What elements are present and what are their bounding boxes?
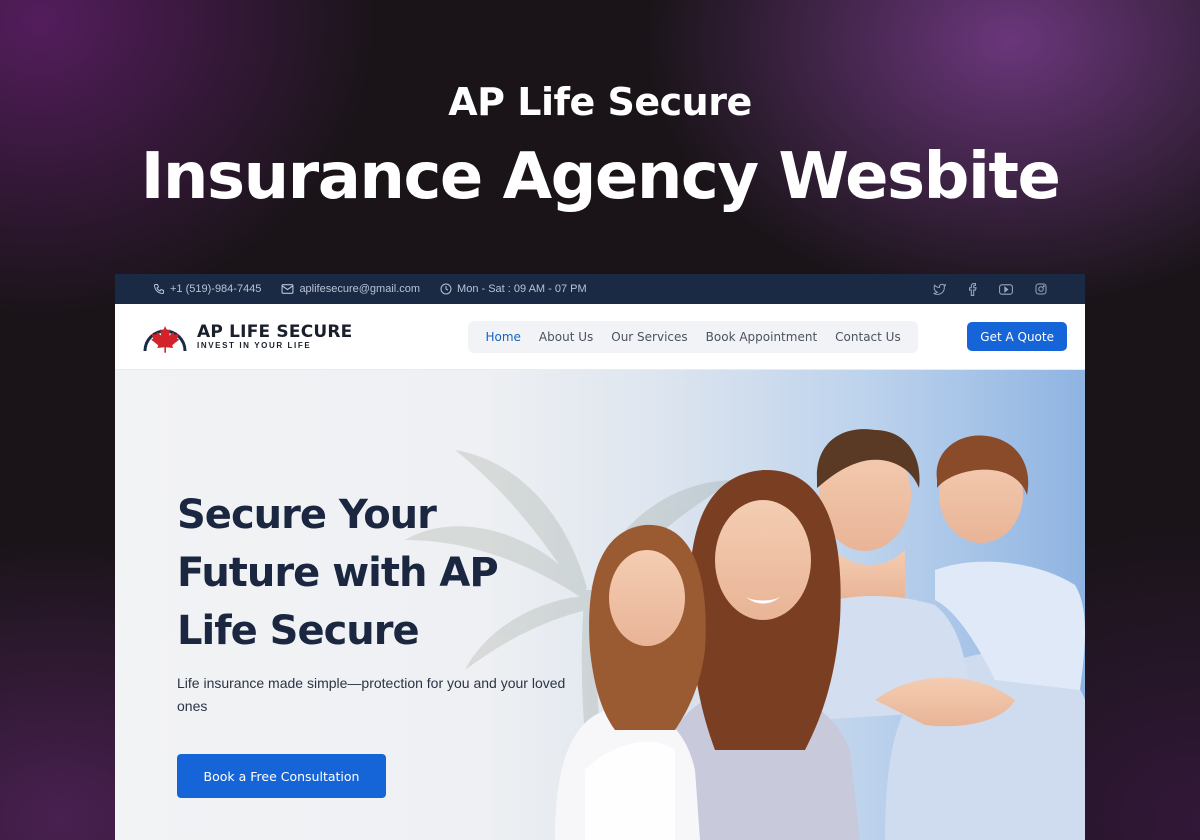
maple-leaf-logo-icon — [143, 325, 187, 353]
hero-title: Secure Your Future with AP Life Secure — [177, 492, 499, 654]
mail-icon — [281, 284, 294, 294]
phone-icon — [153, 284, 164, 295]
email-address: aplifesecure@gmail.com — [299, 283, 421, 295]
nav-item-contact-us[interactable]: Contact Us — [826, 330, 910, 344]
book-consultation-button[interactable]: Book a Free Consultation — [177, 754, 386, 798]
nav-item-home[interactable]: Home — [476, 330, 529, 344]
opening-hours: Mon - Sat : 09 AM - 07 PM — [457, 283, 587, 295]
nav-item-our-services[interactable]: Our Services — [602, 330, 696, 344]
logo-tagline: INVEST IN YOUR LIFE — [197, 340, 312, 350]
nav-menu: Home About Us Our Services Book Appointm… — [468, 320, 918, 353]
email-info[interactable]: aplifesecure@gmail.com — [281, 283, 420, 295]
phone-info[interactable]: +1 (519)-984-7445 — [153, 283, 261, 295]
get-a-quote-button[interactable]: Get A Quote — [967, 322, 1067, 351]
hours-info: Mon - Sat : 09 AM - 07 PM — [440, 283, 587, 295]
twitter-icon[interactable] — [933, 283, 946, 295]
clock-icon — [440, 283, 452, 295]
top-info-bar: +1 (519)-984-7445 aplifesecure@gmail.com… — [115, 274, 1085, 304]
social-links — [933, 282, 1047, 296]
youtube-icon[interactable] — [999, 283, 1013, 295]
phone-number: +1 (519)-984-7445 — [170, 283, 262, 295]
website-screenshot: +1 (519)-984-7445 aplifesecure@gmail.com… — [115, 274, 1085, 840]
promo-heading: Insurance Agency Wesbite — [140, 140, 1061, 214]
hero-subtitle: Life insurance made simple—protection fo… — [177, 675, 566, 714]
promo-title: AP Life Secure — [448, 80, 752, 124]
facebook-icon[interactable] — [968, 282, 977, 296]
logo-name: AP LIFE SECURE — [197, 321, 353, 342]
instagram-icon[interactable] — [1035, 283, 1047, 295]
nav-item-book-appointment[interactable]: Book Appointment — [697, 330, 827, 344]
nav-item-about-us[interactable]: About Us — [530, 330, 602, 344]
main-navbar: AP LIFE SECURE INVEST IN YOUR LIFE Home … — [115, 304, 1085, 370]
site-logo[interactable]: AP LIFE SECURE INVEST IN YOUR LIFE — [141, 317, 352, 357]
hero-section: Secure Your Future with AP Life Secure L… — [115, 370, 1085, 840]
